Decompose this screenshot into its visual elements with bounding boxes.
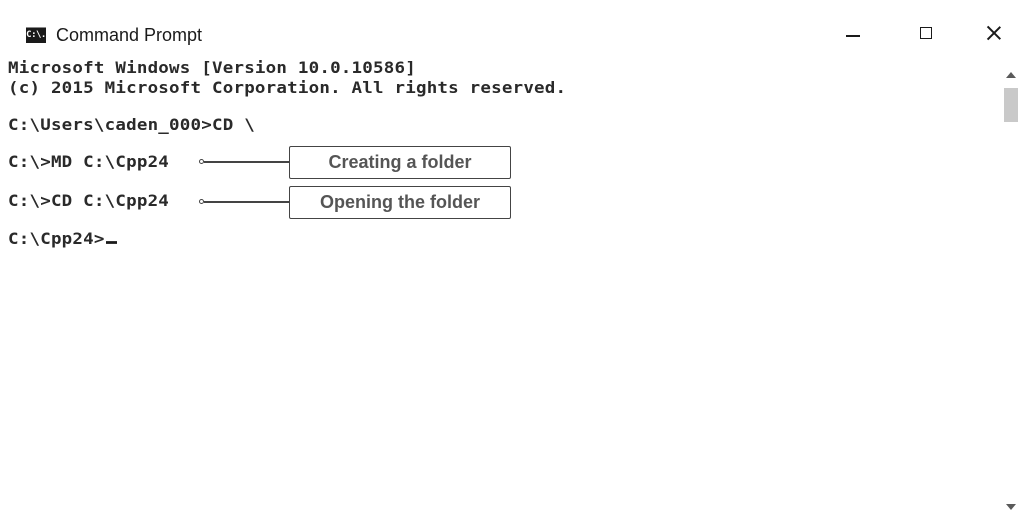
console-line-prompt: C:\Cpp24> <box>8 231 117 248</box>
scroll-down-arrow-icon[interactable] <box>1006 504 1016 510</box>
console-output[interactable]: Microsoft Windows [Version 10.0.10586] (… <box>0 58 1002 522</box>
console-line-md: C:\>MD C:\Cpp24 <box>8 153 170 172</box>
console-line-cd-root: C:\Users\caden_000>CD \ <box>8 116 255 135</box>
maximize-button[interactable] <box>900 14 952 54</box>
minimize-button[interactable] <box>826 14 878 54</box>
close-button[interactable] <box>968 14 1018 54</box>
vertical-scrollbar[interactable] <box>1002 58 1018 522</box>
command-prompt-window: C:\. Command Prompt Microsoft Windows [V… <box>0 0 1018 522</box>
scroll-up-arrow-icon[interactable] <box>1006 72 1016 78</box>
title-bar[interactable]: C:\. Command Prompt <box>0 0 1018 58</box>
console-line-cd-folder: C:\>CD C:\Cpp24 <box>8 192 170 211</box>
console-line-copyright: (c) 2015 Microsoft Corporation. All righ… <box>8 79 567 98</box>
prompt-text: C:\Cpp24> <box>8 230 105 249</box>
callout-connector <box>204 201 289 203</box>
callout-creating-folder: Creating a folder <box>289 146 511 179</box>
text-cursor <box>105 241 117 244</box>
callout-connector <box>204 161 289 163</box>
minimize-icon <box>846 35 860 37</box>
window-title: Command Prompt <box>56 25 203 45</box>
close-icon <box>986 25 1002 41</box>
callout-opening-folder: Opening the folder <box>289 186 511 219</box>
console-line-version: Microsoft Windows [Version 10.0.10586] <box>8 59 416 78</box>
cmd-icon: C:\. <box>26 28 46 43</box>
scrollbar-thumb[interactable] <box>1004 88 1018 122</box>
maximize-icon <box>920 27 932 39</box>
